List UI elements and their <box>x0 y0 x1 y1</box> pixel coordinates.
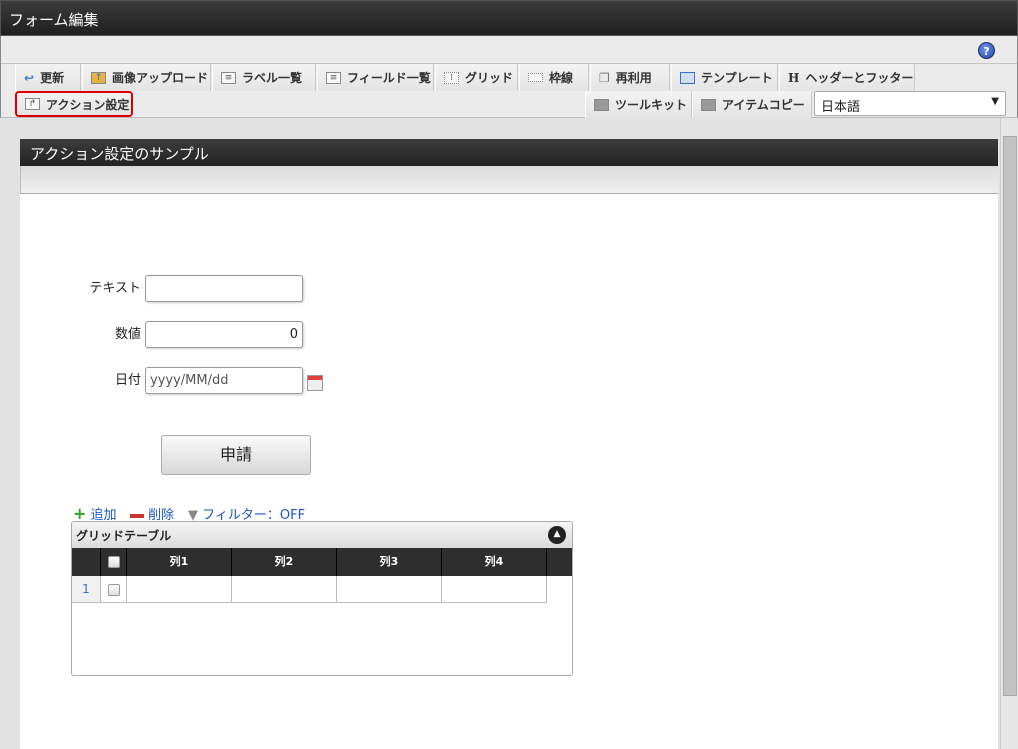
grid-cell[interactable] <box>232 576 337 603</box>
submit-button[interactable]: 申請 <box>161 435 311 475</box>
tab-item-copy[interactable]: アイテムコピー <box>692 91 812 118</box>
tab-header-footer[interactable]: H ヘッダーとフッター <box>779 64 915 91</box>
language-select[interactable]: 日本語 ▼ <box>814 91 1006 116</box>
toolbox-icon <box>701 98 716 111</box>
select-all-header <box>101 548 127 576</box>
text-input[interactable] <box>145 275 303 302</box>
column-header[interactable]: 列2 <box>232 548 337 576</box>
date-input[interactable]: yyyy/MM/dd <box>145 367 303 394</box>
row-number-header <box>72 548 101 576</box>
list-icon: ≡ <box>221 71 236 84</box>
panel-subbar <box>20 166 998 194</box>
text-label: テキスト <box>89 281 141 296</box>
action-icon: ↱ <box>25 98 40 110</box>
scrollbar-thumb[interactable] <box>1003 136 1017 696</box>
grid-header: グリッドテーブル ▲ <box>72 522 572 548</box>
vertical-scrollbar[interactable] <box>1000 118 1018 749</box>
window-title-bar: フォーム編集 <box>0 0 1018 36</box>
row-number: 1 <box>72 576 101 603</box>
window-title: フォーム編集 <box>9 11 99 29</box>
grid-cell[interactable] <box>337 576 442 603</box>
column-header[interactable]: 列1 <box>127 548 232 576</box>
number-input[interactable]: 0 <box>145 321 303 348</box>
tab-label: フィールド一覧 <box>347 71 431 85</box>
tab-label: 再利用 <box>615 71 652 85</box>
tab-label-list[interactable]: ≡ ラベル一覧 <box>212 64 316 91</box>
tab-label: ラベル一覧 <box>242 71 303 85</box>
tab-template[interactable]: テンプレート <box>671 64 778 91</box>
chevron-down-icon: ▼ <box>991 96 999 107</box>
minus-icon <box>130 513 144 518</box>
toolbox-icon <box>594 98 609 111</box>
list-icon: ≡ <box>326 71 341 84</box>
number-label: 数値 <box>114 327 141 342</box>
select-all-checkbox[interactable] <box>107 556 120 568</box>
tab-label: 更新 <box>40 71 65 85</box>
image-upload-icon: ↑ <box>91 71 106 84</box>
toolbar: ? ↩ 更新 ↑ 画像アップロード ≡ ラベル一覧 ≡ フィールド一覧 ⁞ グリッド 枠線… <box>0 36 1018 118</box>
tab-label: アイテムコピー <box>722 98 805 112</box>
tab-reuse[interactable]: ❐ 再利用 <box>590 64 670 91</box>
panel-title: アクション設定のサンプル <box>30 145 209 163</box>
column-header[interactable]: 列3 <box>337 548 442 576</box>
grid-table: グリッドテーブル ▲ 列1 列2 列3 列4 1 <box>71 521 573 676</box>
help-row: ? <box>1 36 1017 64</box>
tab-label: 枠線 <box>549 71 574 85</box>
grid-cell[interactable] <box>127 576 232 603</box>
language-value: 日本語 <box>821 100 861 115</box>
calendar-icon[interactable] <box>307 375 323 391</box>
update-icon: ↩ <box>24 70 35 85</box>
grid-title: グリッドテーブル <box>76 529 172 543</box>
tab-label: 画像アップロード <box>112 71 209 85</box>
template-icon <box>680 71 695 84</box>
grid-icon: ⁞ <box>444 71 459 84</box>
tab-image-upload[interactable]: ↑ 画像アップロード <box>82 64 211 91</box>
column-header-filler <box>547 548 572 576</box>
tab-toolkit[interactable]: ツールキット <box>585 91 692 118</box>
column-header[interactable]: 列4 <box>442 548 547 576</box>
border-icon <box>528 73 543 82</box>
tab-field-list[interactable]: ≡ フィールド一覧 <box>317 64 434 91</box>
row-checkbox[interactable] <box>107 583 120 596</box>
panel-header: アクション設定のサンプル <box>20 139 998 166</box>
date-label: 日付 <box>114 373 141 388</box>
row-select <box>101 576 127 603</box>
tab-label: テンプレート <box>701 71 773 85</box>
grid-cell[interactable] <box>442 576 547 603</box>
copy-icon: ❐ <box>599 70 610 85</box>
tab-label: ヘッダーとフッター <box>805 71 914 85</box>
tab-label: ツールキット <box>615 98 688 112</box>
header-icon: H <box>788 70 800 85</box>
tab-label: グリッド <box>465 71 514 85</box>
tab-grid[interactable]: ⁞ グリッド <box>435 64 518 91</box>
tab-border[interactable]: 枠線 <box>519 64 589 91</box>
collapse-icon[interactable]: ▲ <box>548 526 566 544</box>
help-icon[interactable]: ? <box>978 42 995 59</box>
tab-action-settings[interactable]: ↱ アクション設定 <box>15 91 133 117</box>
tab-update[interactable]: ↩ 更新 <box>15 64 81 91</box>
tab-label: アクション設定 <box>46 97 130 112</box>
